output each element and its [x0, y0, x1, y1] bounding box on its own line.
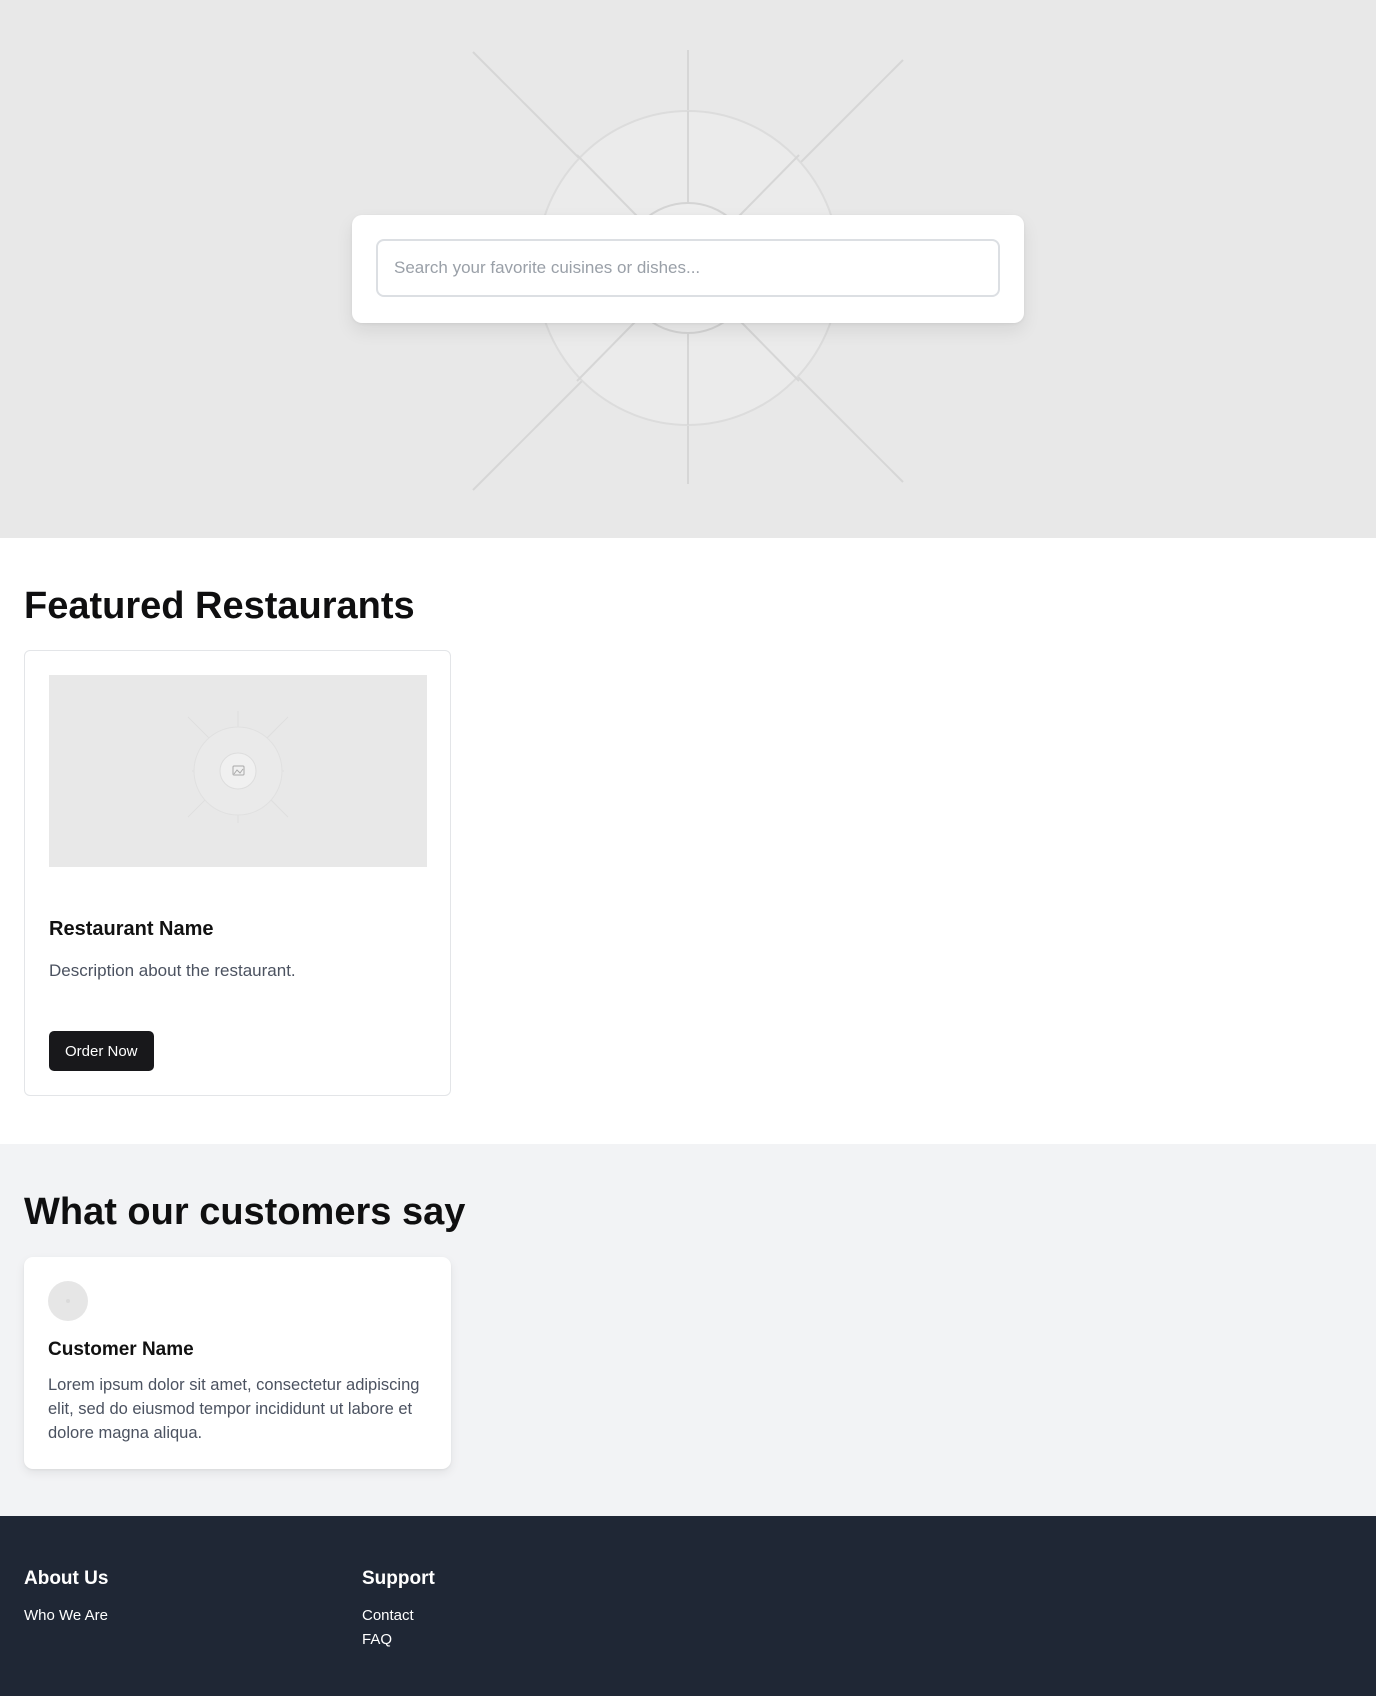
restaurant-card: Restaurant Name Description about the re…	[24, 650, 451, 1096]
footer-column-support: Support Contact FAQ	[362, 1568, 435, 1652]
footer: About Us Who We Are Support Contact FAQ	[0, 1516, 1376, 1696]
search-input[interactable]	[376, 239, 1000, 297]
featured-restaurants-section: Featured Restaurants Restaurant Name Des…	[0, 538, 1376, 1144]
customer-name: Customer Name	[48, 1339, 194, 1360]
footer-link-faq[interactable]: FAQ	[362, 1628, 435, 1652]
search-card	[352, 215, 1024, 323]
footer-heading-support: Support	[362, 1568, 435, 1589]
footer-link-contact[interactable]: Contact	[362, 1604, 435, 1628]
section-title-testimonials: What our customers say	[24, 1191, 466, 1233]
avatar	[48, 1281, 88, 1321]
section-title-featured: Featured Restaurants	[24, 585, 415, 627]
restaurant-name: Restaurant Name	[49, 918, 214, 940]
footer-link-who-we-are[interactable]: Who We Are	[24, 1604, 108, 1628]
footer-column-about: About Us Who We Are	[24, 1568, 108, 1628]
order-now-button[interactable]: Order Now	[49, 1031, 154, 1071]
restaurant-image	[49, 675, 427, 867]
testimonial-text: Lorem ipsum dolor sit amet, consectetur …	[48, 1376, 420, 1442]
hero-section	[0, 0, 1376, 538]
footer-heading-about: About Us	[24, 1568, 109, 1589]
testimonial-card: Customer Name Lorem ipsum dolor sit amet…	[24, 1257, 451, 1469]
image-placeholder-icon	[187, 711, 289, 823]
avatar-placeholder-icon	[66, 1299, 70, 1303]
restaurant-description: Description about the restaurant.	[49, 961, 296, 980]
testimonials-section: What our customers say Customer Name Lor…	[0, 1144, 1376, 1516]
